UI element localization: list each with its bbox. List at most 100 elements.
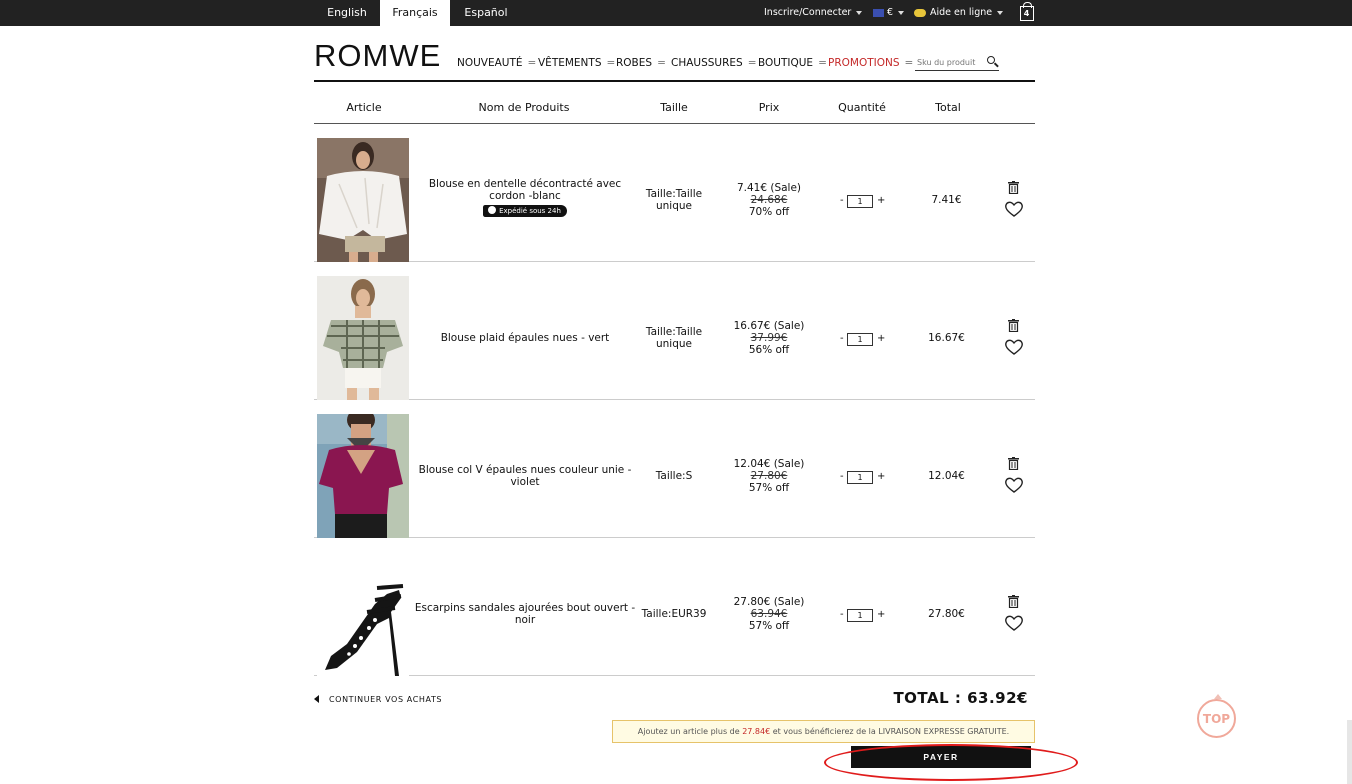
notice-text-post: et vous bénéficierez de la LIVRAISON EXP… (770, 727, 1010, 736)
trash-icon[interactable] (1008, 595, 1019, 608)
product-price: 16.67€ (Sale) 37.99€ 56% off (724, 320, 814, 356)
nav-item-boutique[interactable]: BOUTIQUE = (758, 56, 827, 70)
help-link[interactable]: Aide en ligne (914, 0, 1004, 26)
product-name-text: Blouse plaid épaules nues - vert (440, 332, 610, 344)
clock-icon (488, 206, 497, 214)
qty-increase-button[interactable]: + (877, 195, 885, 206)
grand-total: TOTAL : 63.92€ (893, 689, 1028, 707)
search-input[interactable] (917, 55, 985, 69)
help-label: Aide en ligne (930, 7, 993, 18)
product-name[interactable]: Escarpins sandales ajourées bout ouvert … (414, 602, 636, 626)
cart-row: Blouse col V épaules nues couleur unie -… (314, 400, 1035, 538)
product-image-white-blouse[interactable] (317, 138, 409, 262)
discount: 57% off (748, 482, 790, 494)
arrow-left-icon (314, 694, 319, 703)
nav-label: VÊTEMENTS (538, 57, 602, 69)
product-image-plaid-blouse[interactable] (317, 276, 409, 400)
product-name-text: Escarpins sandales ajourées bout ouvert … (414, 602, 636, 626)
nav-item-vetements[interactable]: VÊTEMENTS = (538, 56, 615, 70)
pay-button[interactable]: PAYER (851, 746, 1031, 768)
nav-item-promotions[interactable]: PROMOTIONS = (828, 56, 913, 70)
product-image-black-sandals[interactable] (317, 552, 409, 676)
nav-item-chaussures[interactable]: CHAUSSURES = (671, 56, 757, 70)
nav-label: CHAUSSURES (671, 57, 743, 69)
scrollbar[interactable] (1347, 720, 1352, 784)
col-header-price: Prix (758, 101, 780, 114)
lang-espanol[interactable]: Español (452, 0, 520, 26)
col-header-total: Total (935, 101, 961, 114)
search-icon[interactable] (987, 56, 995, 64)
qty-decrease-button[interactable]: - (840, 609, 844, 620)
eu-flag-icon (873, 8, 884, 17)
heart-icon[interactable] (1004, 476, 1024, 494)
cart-count: 4 (1023, 9, 1030, 18)
product-price: 27.80€ (Sale) 63.94€ 57% off (724, 596, 814, 632)
currency-selector[interactable]: € (873, 0, 905, 26)
trash-icon[interactable] (1008, 457, 1019, 470)
qty-increase-button[interactable]: + (877, 333, 885, 344)
quantity-stepper: - 1 + (834, 471, 890, 485)
chevron-down-icon (898, 10, 905, 15)
qty-input[interactable]: 1 (847, 195, 873, 208)
col-header-qty: Quantité (838, 101, 886, 114)
qty-input[interactable]: 1 (847, 333, 873, 346)
product-name[interactable]: Blouse col V épaules nues couleur unie -… (414, 464, 636, 488)
nav-item-nouveaute[interactable]: NOUVEAUTÉ = (457, 56, 536, 70)
heart-icon[interactable] (1004, 614, 1024, 632)
header-divider (314, 80, 1035, 82)
quantity-stepper: - 1 + (834, 333, 890, 347)
qty-decrease-button[interactable]: - (840, 333, 844, 344)
old-price: 37.99€ (750, 332, 788, 344)
free-shipping-notice: Ajoutez un article plus de 27.84€ et vou… (612, 720, 1035, 743)
line-total: 27.80€ (928, 608, 965, 620)
ship-24h-badge: Expédié sous 24h (483, 205, 567, 217)
cart-row: Blouse en dentelle décontracté avec cord… (314, 124, 1035, 262)
product-size: Taille:S (655, 470, 693, 482)
product-name[interactable]: Blouse plaid épaules nues - vert (414, 332, 636, 344)
qty-input[interactable]: 1 (847, 471, 873, 484)
product-name[interactable]: Blouse en dentelle décontracté avec cord… (414, 178, 636, 217)
discount: 70% off (748, 206, 790, 218)
line-total: 12.04€ (928, 470, 965, 482)
quantity-stepper: - 1 + (834, 609, 890, 623)
qty-input[interactable]: 1 (847, 609, 873, 622)
qty-increase-button[interactable]: + (877, 471, 885, 482)
notice-text-pre: Ajoutez un article plus de (637, 727, 743, 736)
top-bar: English Français Español Inscrire/Connec… (0, 0, 1352, 26)
sale-price: 7.41€ (Sale) (736, 182, 802, 194)
quantity-stepper: - 1 + (834, 195, 890, 209)
chevron-down-icon (856, 10, 863, 15)
login-label: Inscrire/Connecter (764, 7, 852, 18)
old-price: 63.94€ (750, 608, 788, 620)
back-to-top-button[interactable]: TOP (1197, 694, 1236, 738)
heart-icon[interactable] (1004, 338, 1024, 356)
cart-bag-icon[interactable]: 4 (1020, 2, 1034, 21)
col-header-article: Article (346, 101, 382, 114)
qty-increase-button[interactable]: + (877, 609, 885, 620)
lang-francais[interactable]: Français (380, 0, 450, 26)
product-price: 12.04€ (Sale) 27.80€ 57% off (724, 458, 814, 494)
old-price: 27.80€ (750, 470, 788, 482)
product-image-violet-blouse[interactable] (317, 414, 409, 538)
lang-english[interactable]: English (316, 0, 378, 26)
sale-price: 16.67€ (Sale) (733, 320, 805, 332)
continue-label: CONTINUER VOS ACHATS (329, 695, 443, 704)
chat-icon (914, 8, 926, 17)
logo[interactable]: ROMWE (314, 38, 441, 74)
qty-decrease-button[interactable]: - (840, 471, 844, 482)
heart-icon[interactable] (1004, 200, 1024, 218)
old-price: 24.68€ (750, 194, 788, 206)
qty-decrease-button[interactable]: - (840, 195, 844, 206)
currency-label: € (887, 7, 894, 18)
continue-shopping-link[interactable]: CONTINUER VOS ACHATS (314, 694, 443, 705)
badge-text: Expédié sous 24h (499, 207, 561, 215)
nav-label: ROBES (616, 57, 653, 69)
nav-label: NOUVEAUTÉ (457, 57, 523, 69)
trash-icon[interactable] (1008, 319, 1019, 332)
login-link[interactable]: Inscrire/Connecter (764, 0, 863, 26)
cart-row: Escarpins sandales ajourées bout ouvert … (314, 538, 1035, 676)
product-name-text: Blouse col V épaules nues couleur unie -… (418, 464, 632, 488)
nav-item-robes[interactable]: ROBES = (616, 56, 666, 70)
nav-label: PROMOTIONS (828, 57, 900, 69)
trash-icon[interactable] (1008, 181, 1019, 194)
